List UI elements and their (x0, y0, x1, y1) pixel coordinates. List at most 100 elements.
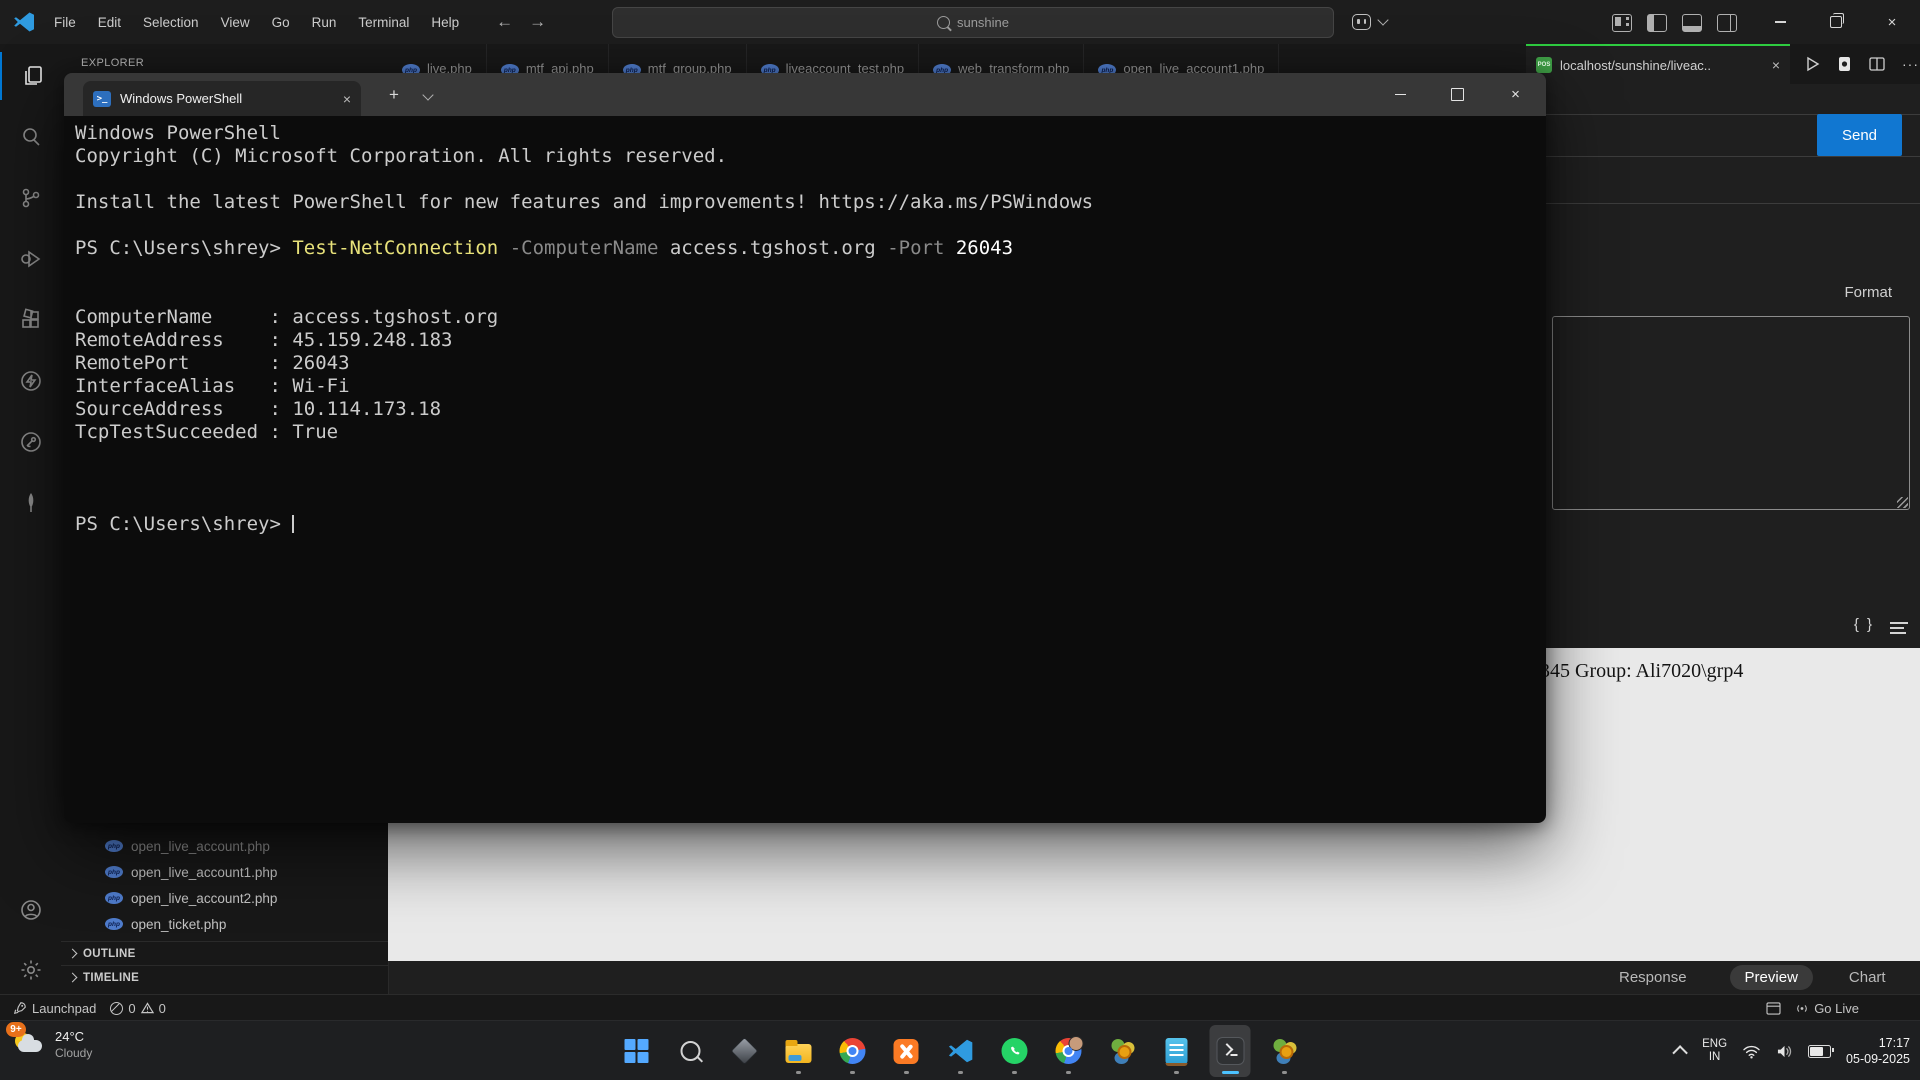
file-label: open_live_account1.php (131, 865, 277, 880)
request-body-textarea[interactable] (1552, 316, 1910, 510)
problems-item[interactable]: 0 0 (103, 995, 172, 1021)
terminal-output[interactable]: Windows PowerShell Copyright (C) Microso… (64, 116, 1546, 823)
response-preview-panel: 345 Group: Ali7020\grp4 (1526, 648, 1920, 961)
menu-selection[interactable]: Selection (134, 10, 208, 35)
customize-layout-button[interactable] (1612, 14, 1632, 32)
toggle-sidebar-button[interactable] (1647, 14, 1667, 32)
back-arrow-icon[interactable]: ← (496, 12, 513, 32)
chrome-icon (1055, 1038, 1081, 1064)
terminal-line: ComputerName : access.tgshost.org (75, 306, 1546, 329)
command-center-search[interactable]: sunshine (612, 7, 1334, 38)
window-restore-button[interactable] (1808, 0, 1864, 44)
taskbar-chrome-profile[interactable] (1048, 1025, 1089, 1077)
weather-widget[interactable]: 9+ 24°C Cloudy (12, 1028, 92, 1062)
tab-localhost-preview[interactable]: POS localhost/sunshine/liveac.. × (1526, 44, 1790, 84)
terminal-icon (1216, 1037, 1244, 1065)
outline-section[interactable]: OUTLINE (61, 941, 388, 965)
menu-file[interactable]: File (45, 10, 85, 35)
sidebar-item-search[interactable] (0, 113, 61, 161)
terminal-maximize-button[interactable] (1434, 73, 1481, 116)
toggle-secondary-sidebar-button[interactable] (1717, 14, 1737, 32)
terminal-line: Copyright (C) Microsoft Corporation. All… (75, 145, 1546, 168)
terminal-title-bar[interactable]: >_ Windows PowerShell × + × (64, 73, 1546, 116)
forward-arrow-icon[interactable]: → (529, 12, 546, 32)
start-button[interactable] (616, 1025, 657, 1077)
terminal-line: Windows PowerShell (75, 122, 1546, 145)
open-in-browser-icon[interactable] (1837, 56, 1852, 72)
resize-grip[interactable] (1897, 497, 1908, 508)
taskbar-notepad[interactable] (1156, 1025, 1197, 1077)
lines-menu-icon[interactable] (1890, 622, 1908, 637)
sidebar-item-explorer[interactable] (0, 52, 63, 100)
window-minimize-button[interactable] (1752, 0, 1808, 44)
sidebar-item-run-debug[interactable] (0, 235, 61, 283)
send-button[interactable]: Send (1817, 114, 1902, 156)
sidebar-item-source-control[interactable] (0, 174, 61, 222)
json-format-icon[interactable]: { } (1854, 616, 1874, 633)
new-tab-button[interactable]: + (377, 73, 411, 116)
taskbar-app-shield[interactable] (724, 1025, 765, 1077)
tab-chart[interactable]: Chart (1849, 969, 1886, 986)
window-close-button[interactable]: × (1864, 0, 1920, 44)
taskbar-app-rocket-2[interactable] (1264, 1025, 1305, 1077)
more-actions-icon[interactable]: ··· (1902, 56, 1919, 72)
menu-run[interactable]: Run (303, 10, 346, 35)
accounts-button[interactable] (0, 886, 61, 934)
sidebar-item-live-share[interactable] (0, 418, 61, 466)
folder-icon (785, 1044, 811, 1063)
format-button[interactable]: Format (1844, 284, 1892, 301)
sidebar-item-extensions[interactable] (0, 296, 61, 344)
file-open-live-account2[interactable]: php open_live_account2.php (61, 885, 388, 911)
volume-icon[interactable] (1776, 1044, 1793, 1059)
sidebar-item-mongodb[interactable] (0, 479, 61, 527)
close-icon[interactable]: × (1772, 57, 1780, 73)
taskbar-chrome[interactable] (832, 1025, 873, 1077)
go-live-item[interactable]: Go Live (1788, 995, 1866, 1021)
terminal-tab[interactable]: >_ Windows PowerShell × (83, 81, 361, 116)
run-request-icon[interactable] (1804, 56, 1820, 72)
run-debug-icon (19, 247, 43, 271)
taskbar-whatsapp[interactable] (994, 1025, 1035, 1077)
language-indicator[interactable]: ENG IN (1702, 1038, 1727, 1064)
copilot-button[interactable] (1352, 14, 1387, 30)
search-text: sunshine (957, 15, 1009, 30)
menu-bar: File Edit Selection View Go Run Terminal… (45, 10, 468, 35)
menu-help[interactable]: Help (422, 10, 468, 35)
taskbar-terminal-active[interactable] (1210, 1025, 1251, 1077)
taskbar-file-explorer[interactable] (778, 1025, 819, 1077)
hidden-icons-chevron[interactable] (1672, 1045, 1688, 1061)
wifi-icon[interactable] (1742, 1044, 1761, 1059)
battery-icon[interactable] (1808, 1045, 1831, 1058)
taskbar-vscode[interactable] (940, 1025, 981, 1077)
timeline-section[interactable]: TIMELINE (61, 965, 388, 989)
settings-button[interactable] (0, 946, 61, 994)
tab-response[interactable]: Response (1619, 969, 1687, 986)
tab-dropdown-button[interactable] (411, 73, 445, 116)
chevron-down-icon (1377, 14, 1388, 25)
taskbar-app-rocket[interactable] (1102, 1025, 1143, 1077)
menu-edit[interactable]: Edit (89, 10, 130, 35)
menu-terminal[interactable]: Terminal (349, 10, 418, 35)
split-editor-icon[interactable] (1869, 56, 1885, 72)
menu-view[interactable]: View (212, 10, 259, 35)
terminal-close-button[interactable]: × (1492, 73, 1539, 116)
clock-widget[interactable]: 17:17 05-09-2025 (1846, 1035, 1910, 1067)
launchpad-item[interactable]: Launchpad (6, 995, 103, 1021)
rocket-icon (13, 1001, 27, 1015)
language-line1: ENG (1702, 1038, 1727, 1051)
toggle-panel-button[interactable] (1682, 14, 1702, 32)
menu-go[interactable]: Go (263, 10, 299, 35)
restore-icon (1830, 16, 1842, 28)
tab-preview[interactable]: Preview (1730, 965, 1813, 990)
terminal-minimize-button[interactable] (1377, 73, 1424, 116)
close-tab-icon[interactable]: × (343, 91, 351, 107)
php-file-icon: php (105, 918, 123, 930)
sidebar-item-thunder-client[interactable] (0, 357, 61, 405)
taskbar-search-button[interactable] (670, 1025, 711, 1077)
file-open-live-account[interactable]: php open_live_account.php (61, 833, 388, 859)
browser-preview-item[interactable] (1759, 995, 1788, 1021)
taskbar-xampp[interactable] (886, 1025, 927, 1077)
file-open-live-account1[interactable]: php open_live_account1.php (61, 859, 388, 885)
terminal-tab-label: Windows PowerShell (120, 91, 334, 106)
file-open-ticket[interactable]: php open_ticket.php (61, 911, 388, 937)
